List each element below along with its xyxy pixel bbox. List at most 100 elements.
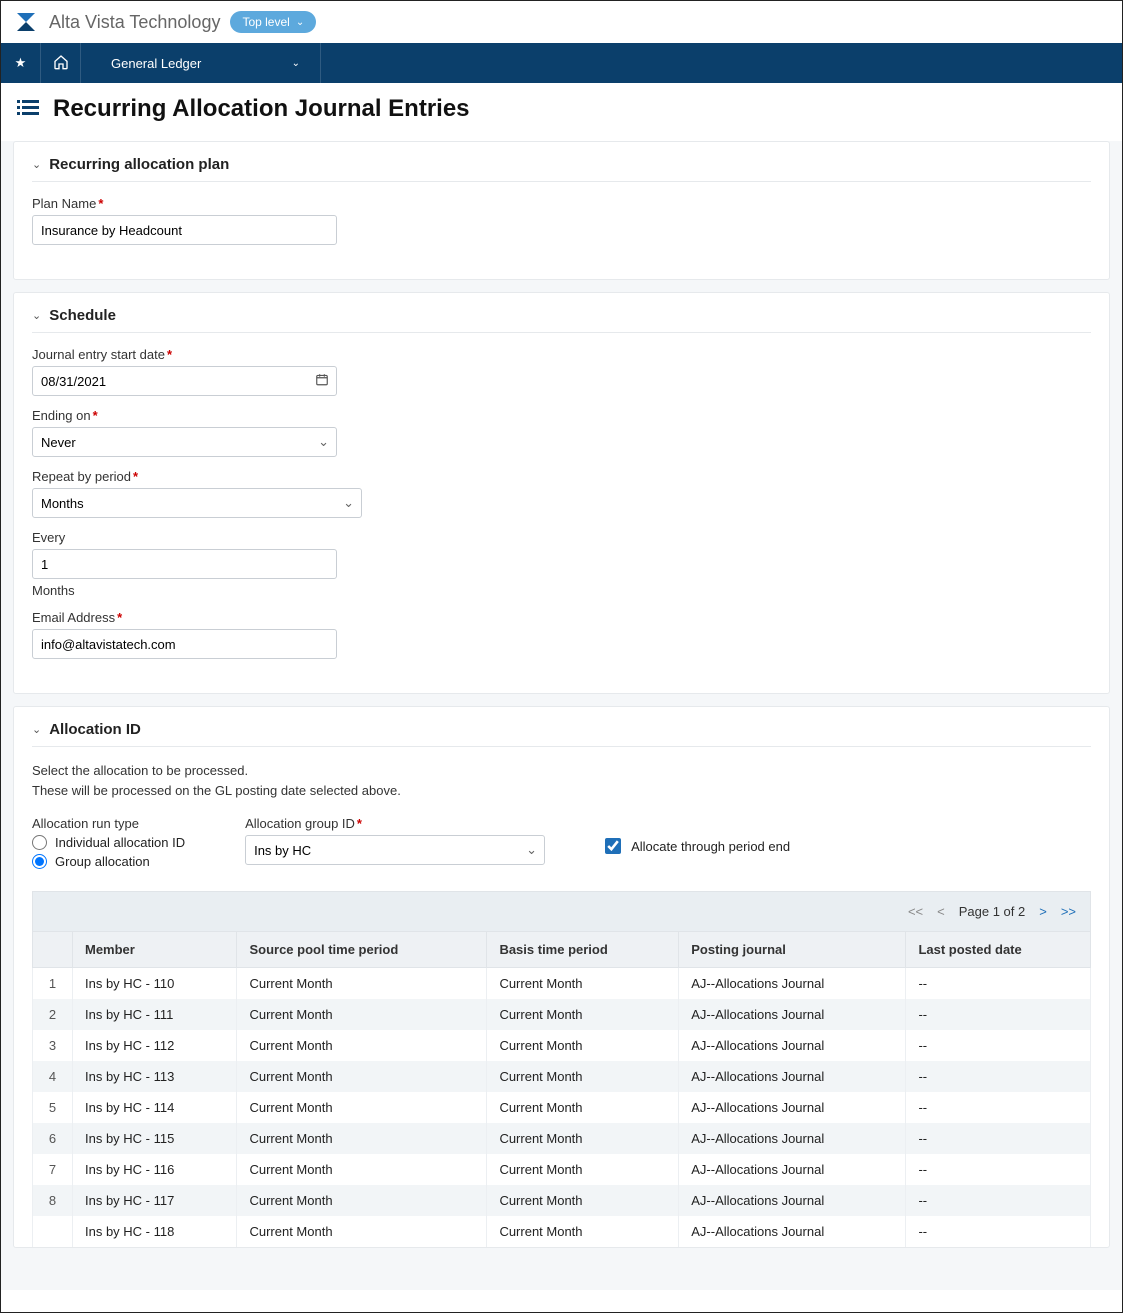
plan-name-input[interactable] bbox=[32, 215, 337, 245]
table-row[interactable]: 5Ins by HC - 114Current MonthCurrent Mon… bbox=[33, 1092, 1091, 1123]
col-basis[interactable]: Basis time period bbox=[487, 932, 679, 968]
allocation-id-panel: ⌄ Allocation ID Select the allocation to… bbox=[13, 706, 1110, 1248]
pager-prev[interactable]: < bbox=[937, 904, 945, 919]
cell-basis: Current Month bbox=[487, 1185, 679, 1216]
cell-source: Current Month bbox=[237, 968, 487, 1000]
start-date-input[interactable] bbox=[32, 366, 337, 396]
radio-group[interactable]: Group allocation bbox=[32, 854, 185, 869]
repeat-by-label: Repeat by period* bbox=[32, 469, 1091, 484]
company-name: Alta Vista Technology bbox=[49, 12, 220, 33]
cell-member: Ins by HC - 116 bbox=[73, 1154, 237, 1185]
cell-basis: Current Month bbox=[487, 1216, 679, 1247]
pager-next[interactable]: > bbox=[1039, 904, 1047, 919]
cell-last: -- bbox=[906, 999, 1091, 1030]
allocate-through-checkbox[interactable] bbox=[605, 838, 621, 854]
home-icon bbox=[53, 54, 69, 73]
cell-journal: AJ--Allocations Journal bbox=[679, 999, 906, 1030]
cell-source: Current Month bbox=[237, 1154, 487, 1185]
cell-member: Ins by HC - 115 bbox=[73, 1123, 237, 1154]
table-row[interactable]: 7Ins by HC - 116Current MonthCurrent Mon… bbox=[33, 1154, 1091, 1185]
radio-group-input[interactable] bbox=[32, 854, 47, 869]
cell-member: Ins by HC - 112 bbox=[73, 1030, 237, 1061]
cell-journal: AJ--Allocations Journal bbox=[679, 1216, 906, 1247]
cell-last: -- bbox=[906, 1154, 1091, 1185]
pager-text: Page 1 of 2 bbox=[959, 904, 1026, 919]
module-name: General Ledger bbox=[111, 56, 201, 71]
logo-icon bbox=[13, 9, 39, 35]
cell-rownum: 2 bbox=[33, 999, 73, 1030]
table-toolbar: << < Page 1 of 2 > >> bbox=[32, 891, 1091, 931]
schedule-panel: ⌄ Schedule Journal entry start date* End… bbox=[13, 292, 1110, 694]
top-level-dropdown[interactable]: Top level ⌄ bbox=[230, 11, 316, 33]
list-icon[interactable] bbox=[17, 99, 39, 120]
main-navbar: ★ General Ledger ⌄ bbox=[1, 43, 1122, 83]
radio-individual[interactable]: Individual allocation ID bbox=[32, 835, 185, 850]
run-type-label: Allocation run type bbox=[32, 816, 185, 831]
table-row[interactable]: 2Ins by HC - 111Current MonthCurrent Mon… bbox=[33, 999, 1091, 1030]
cell-basis: Current Month bbox=[487, 999, 679, 1030]
cell-source: Current Month bbox=[237, 1185, 487, 1216]
table-row[interactable]: 8Ins by HC - 117Current MonthCurrent Mon… bbox=[33, 1185, 1091, 1216]
app-header: Alta Vista Technology Top level ⌄ bbox=[1, 1, 1122, 43]
cell-basis: Current Month bbox=[487, 1154, 679, 1185]
every-input[interactable] bbox=[32, 549, 337, 579]
collapse-toggle[interactable]: ⌄ bbox=[32, 158, 41, 171]
cell-rownum: 3 bbox=[33, 1030, 73, 1061]
cell-source: Current Month bbox=[237, 1216, 487, 1247]
cell-basis: Current Month bbox=[487, 1092, 679, 1123]
cell-journal: AJ--Allocations Journal bbox=[679, 1154, 906, 1185]
table-row[interactable]: 1Ins by HC - 110Current MonthCurrent Mon… bbox=[33, 968, 1091, 1000]
cell-rownum: 8 bbox=[33, 1185, 73, 1216]
cell-source: Current Month bbox=[237, 1092, 487, 1123]
cell-rownum: 1 bbox=[33, 968, 73, 1000]
cell-last: -- bbox=[906, 1185, 1091, 1216]
group-id-label: Allocation group ID* bbox=[245, 816, 545, 831]
plan-name-label: Plan Name* bbox=[32, 196, 1091, 211]
pager: << < Page 1 of 2 > >> bbox=[908, 904, 1076, 919]
cell-rownum bbox=[33, 1216, 73, 1247]
cell-rownum: 6 bbox=[33, 1123, 73, 1154]
cell-basis: Current Month bbox=[487, 1030, 679, 1061]
col-member[interactable]: Member bbox=[73, 932, 237, 968]
module-selector[interactable]: General Ledger ⌄ bbox=[81, 43, 321, 83]
collapse-toggle[interactable]: ⌄ bbox=[32, 723, 41, 736]
allocation-table: Member Source pool time period Basis tim… bbox=[32, 931, 1091, 1247]
chevron-down-icon: ⌄ bbox=[292, 58, 300, 69]
pager-last[interactable]: >> bbox=[1061, 904, 1076, 919]
section-title: Allocation ID bbox=[49, 721, 141, 738]
cell-member: Ins by HC - 114 bbox=[73, 1092, 237, 1123]
ending-on-select[interactable] bbox=[32, 427, 337, 457]
cell-last: -- bbox=[906, 1030, 1091, 1061]
page-header: Recurring Allocation Journal Entries bbox=[1, 83, 1122, 141]
start-date-label: Journal entry start date* bbox=[32, 347, 1091, 362]
favorites-button[interactable]: ★ bbox=[1, 43, 41, 83]
table-row[interactable]: 3Ins by HC - 112Current MonthCurrent Mon… bbox=[33, 1030, 1091, 1061]
table-row[interactable]: Ins by HC - 118Current MonthCurrent Mont… bbox=[33, 1216, 1091, 1247]
collapse-toggle[interactable]: ⌄ bbox=[32, 309, 41, 322]
cell-last: -- bbox=[906, 1123, 1091, 1154]
cell-last: -- bbox=[906, 1061, 1091, 1092]
repeat-by-select[interactable] bbox=[32, 488, 362, 518]
col-journal[interactable]: Posting journal bbox=[679, 932, 906, 968]
table-row[interactable]: 4Ins by HC - 113Current MonthCurrent Mon… bbox=[33, 1061, 1091, 1092]
cell-member: Ins by HC - 118 bbox=[73, 1216, 237, 1247]
col-last[interactable]: Last posted date bbox=[906, 932, 1091, 968]
table-row[interactable]: 6Ins by HC - 115Current MonthCurrent Mon… bbox=[33, 1123, 1091, 1154]
cell-journal: AJ--Allocations Journal bbox=[679, 1061, 906, 1092]
every-label: Every bbox=[32, 530, 1091, 545]
top-level-label: Top level bbox=[242, 15, 289, 29]
email-input[interactable] bbox=[32, 629, 337, 659]
allocate-through-label: Allocate through period end bbox=[631, 839, 790, 854]
chevron-down-icon: ⌄ bbox=[296, 17, 304, 28]
col-rownum bbox=[33, 932, 73, 968]
recurring-plan-panel: ⌄ Recurring allocation plan Plan Name* bbox=[13, 141, 1110, 280]
cell-rownum: 7 bbox=[33, 1154, 73, 1185]
home-button[interactable] bbox=[41, 43, 81, 83]
col-source[interactable]: Source pool time period bbox=[237, 932, 487, 968]
pager-first[interactable]: << bbox=[908, 904, 923, 919]
star-icon: ★ bbox=[15, 55, 27, 71]
group-id-select[interactable] bbox=[245, 835, 545, 865]
cell-journal: AJ--Allocations Journal bbox=[679, 1092, 906, 1123]
radio-individual-input[interactable] bbox=[32, 835, 47, 850]
cell-last: -- bbox=[906, 1092, 1091, 1123]
